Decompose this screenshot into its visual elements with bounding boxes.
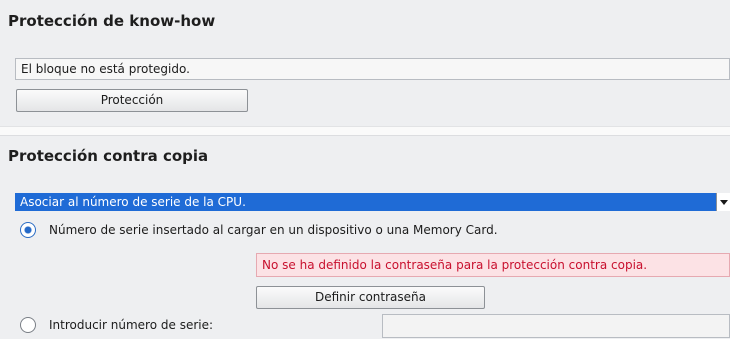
section-divider <box>0 126 730 136</box>
copy-protection-select[interactable]: Asociar al número de serie de la CPU. <box>15 193 716 211</box>
protection-button[interactable]: Protección <box>16 89 248 112</box>
chevron-down-icon <box>720 200 728 205</box>
select-dropdown-button[interactable] <box>716 193 730 211</box>
radio-enter-serial-label: Introducir número de serie: <box>49 318 214 332</box>
know-how-protection-title: Protección de know-how <box>8 12 216 30</box>
radio-serial-on-load-label: Número de serie insertado al cargar en u… <box>49 223 498 237</box>
serial-number-input[interactable] <box>382 314 730 338</box>
password-warning-message: No se ha definido la contraseña para la … <box>256 253 730 277</box>
set-password-button[interactable]: Definir contraseña <box>256 286 485 309</box>
copy-protection-title: Protección contra copia <box>8 147 209 165</box>
radio-serial-on-load[interactable] <box>20 222 36 238</box>
radio-enter-serial[interactable] <box>20 317 36 333</box>
know-how-status-field: El bloque no está protegido. <box>15 58 730 80</box>
